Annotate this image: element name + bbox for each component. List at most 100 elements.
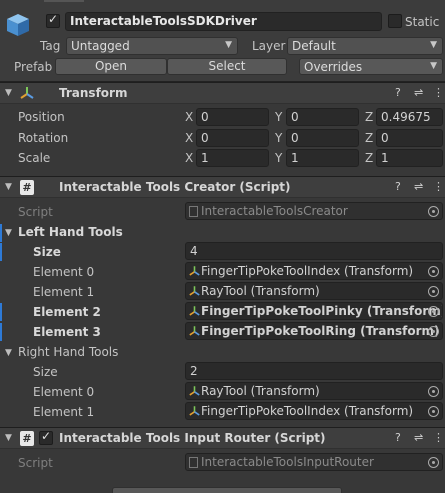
foldout-open-icon[interactable]: ▼ [5,88,12,98]
gameobject-cube-icon [5,12,31,38]
left-element-label: Element 0 [33,265,95,279]
object-picker-icon[interactable] [428,206,439,217]
preset-settings-icon[interactable]: ⇌ [414,86,423,99]
position-x-axis[interactable]: X [185,109,193,125]
foldout-open-icon[interactable]: ▼ [5,433,12,443]
left-element-field[interactable]: FingerTipPokeToolPinky (Transform) [185,302,443,320]
scale-z-field[interactable]: 1 [376,149,443,167]
scale-x-axis[interactable]: X [185,150,193,166]
prefab-open-button[interactable]: Open [55,58,167,75]
preset-settings-icon[interactable]: ⇌ [414,180,423,193]
right-tools-foldout-icon[interactable]: ▼ [5,348,12,358]
scale-y-axis[interactable]: Y [275,150,282,166]
position-y-field[interactable]: 0 [286,108,359,126]
right-element-field[interactable]: FingerTipPokeToolIndex (Transform) [185,402,443,420]
scale-z-axis[interactable]: Z [365,150,373,166]
scale-x-field[interactable]: 1 [196,149,269,167]
left-element-value: FingerTipPokeToolIndex (Transform) [201,264,414,278]
modified-indicator [0,224,2,242]
tag-label: Tag [40,39,61,53]
static-label: Static [405,15,440,29]
prefab-overrides-dropdown[interactable]: Overrides ▼ [299,58,443,75]
layer-dropdown[interactable]: Default ▼ [287,37,443,55]
object-name-field[interactable]: InteractableToolsSDKDriver [65,12,382,31]
transform-icon [189,305,200,319]
creator-script-header[interactable]: ▼ # Interactable Tools Creator (Script) … [0,176,445,198]
router-script-value: InteractableToolsInputRouter [201,455,374,469]
context-menu-icon[interactable]: ⋮ [433,431,444,444]
foldout-open-icon[interactable]: ▼ [5,182,12,192]
left-element-field[interactable]: RayTool (Transform) [185,282,443,300]
transform-title: Transform [59,86,128,100]
tag-dropdown[interactable]: Untagged ▼ [66,37,238,55]
object-picker-icon[interactable] [428,326,439,337]
chevron-down-icon: ▼ [225,40,232,50]
right-element-value: RayTool (Transform) [201,384,320,398]
add-component-button[interactable] [112,487,342,493]
right-hand-tools-label[interactable]: Right Hand Tools [18,344,118,360]
transform-icon [189,265,200,279]
inspector-header: InteractableToolsSDKDriver Static Tag Un… [0,0,445,82]
router-script-field: InteractableToolsInputRouter [185,453,443,471]
left-element-label: Element 1 [33,285,95,299]
router-script-header[interactable]: ▼ # Interactable Tools Input Router (Scr… [0,427,445,449]
right-size-field[interactable]: 2 [185,362,443,380]
rotation-z-field[interactable]: 0 [376,129,443,147]
object-picker-icon[interactable] [428,266,439,277]
rotation-x-field[interactable]: 0 [196,129,269,147]
transform-header[interactable]: ▼ Transform ? ⇌ ⋮ [0,82,445,104]
left-element-field[interactable]: FingerTipPokeToolIndex (Transform) [185,262,443,280]
context-menu-icon[interactable]: ⋮ [433,86,444,99]
position-z-field[interactable]: 0.49675 [376,108,443,126]
script-file-icon [189,206,198,217]
modified-indicator [0,303,2,321]
right-element-label: Element 1 [33,405,95,419]
transform-icon [189,385,200,399]
script-hash-icon: # [20,180,34,195]
left-element-label: Element 2 [33,305,101,319]
router-enabled-toggle[interactable] [39,429,53,445]
object-picker-icon[interactable] [428,406,439,417]
transform-icon [189,325,200,339]
left-size-field[interactable]: 4 [185,242,443,260]
rotation-x-axis[interactable]: X [185,130,193,146]
active-toggle[interactable] [46,12,60,28]
rotation-y-field[interactable]: 0 [286,129,359,147]
help-icon[interactable]: ? [395,180,401,193]
transform-icon [20,86,34,103]
left-hand-tools-label[interactable]: Left Hand Tools [18,224,123,240]
overrides-value: Overrides [304,60,363,74]
right-element-value: FingerTipPokeToolIndex (Transform) [201,404,414,418]
rotation-y-axis[interactable]: Y [275,130,282,146]
object-picker-icon[interactable] [428,457,439,468]
transform-icon [189,285,200,299]
scale-y-field[interactable]: 1 [286,149,359,167]
rotation-z-axis[interactable]: Z [365,130,373,146]
right-element-field[interactable]: RayTool (Transform) [185,382,443,400]
chevron-down-icon: ▼ [430,61,437,71]
object-picker-icon[interactable] [428,306,439,317]
left-element-field[interactable]: FingerTipPokeToolRing (Transform) [185,322,443,340]
script-hash-icon: # [20,431,34,446]
help-icon[interactable]: ? [395,86,401,99]
left-tools-foldout-icon[interactable]: ▼ [5,228,12,238]
object-picker-icon[interactable] [428,386,439,397]
prefab-select-button[interactable]: Select [167,58,287,75]
preset-settings-icon[interactable]: ⇌ [414,431,423,444]
left-element-value: FingerTipPokeToolRing (Transform) [201,324,440,338]
static-toggle[interactable] [388,14,402,28]
left-element-value: RayTool (Transform) [201,284,320,298]
context-menu-icon[interactable]: ⋮ [433,180,444,193]
position-x-field[interactable]: 0 [196,108,269,126]
creator-script-field: InteractableToolsCreator [185,202,443,220]
layer-value: Default [292,39,336,53]
layer-label: Layer [252,39,286,53]
object-picker-icon[interactable] [428,286,439,297]
position-z-axis[interactable]: Z [365,109,373,125]
right-element-label: Element 0 [33,385,95,399]
position-y-axis[interactable]: Y [275,109,282,125]
creator-title: Interactable Tools Creator (Script) [59,180,291,194]
help-icon[interactable]: ? [395,431,401,444]
router-script-label: Script [18,456,53,470]
creator-script-value: InteractableToolsCreator [201,204,348,218]
